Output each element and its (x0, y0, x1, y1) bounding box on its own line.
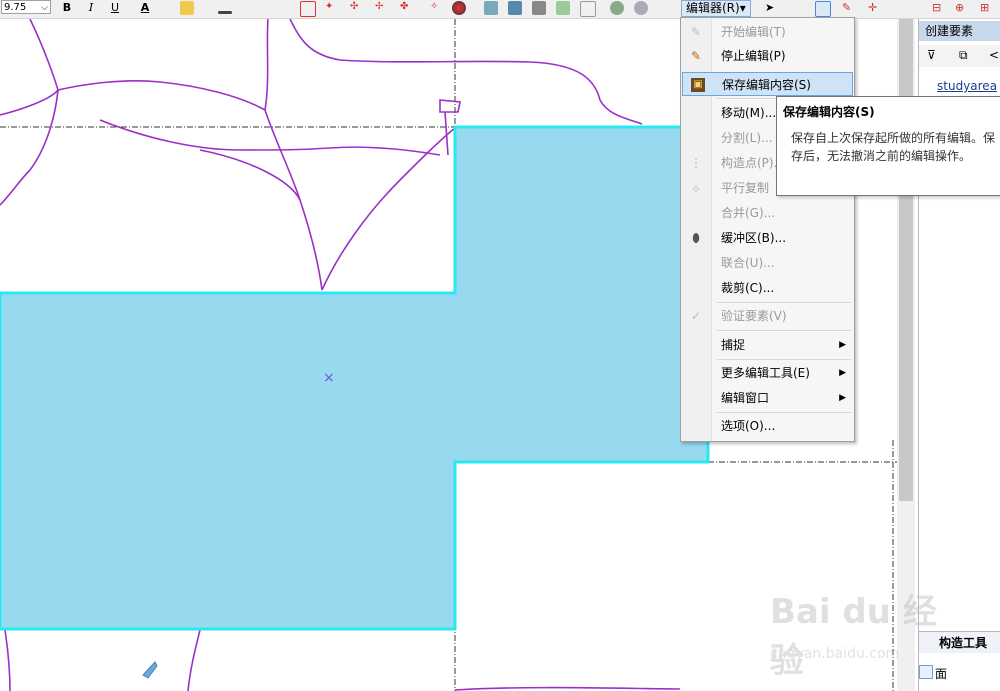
submenu-arrow-icon: ▶ (839, 368, 846, 378)
submenu-arrow-icon: ▶ (839, 393, 846, 403)
underline-button[interactable]: U (108, 1, 122, 15)
parallel-copy-icon: ⟡ (692, 181, 700, 195)
align-icon[interactable] (532, 1, 546, 15)
menu-item-buffer[interactable]: ⬮ 缓冲区(B)... (681, 226, 854, 250)
menu-separator (717, 302, 851, 303)
table-icon[interactable] (580, 1, 596, 17)
menu-separator (717, 412, 851, 413)
bold-button[interactable]: B (60, 1, 74, 15)
sketch-icon[interactable]: ✧ (430, 1, 444, 15)
menu-item-save-edits[interactable]: ▣ 保存编辑内容(S) (682, 72, 853, 96)
midpoint-icon[interactable]: ⊕ (955, 1, 969, 15)
menu-item-editing-windows[interactable]: 编辑窗口 ▶ (681, 386, 854, 410)
filter-icon[interactable]: ⊽ (927, 48, 936, 62)
pencil-stop-icon: ✎ (690, 49, 702, 63)
polygon-centroid-marker: × (323, 370, 335, 386)
menu-item-snapping[interactable]: 捕捉 ▶ (681, 333, 854, 357)
organize-templates-icon[interactable]: ⧉ (959, 48, 968, 63)
buffer-icon: ⬮ (692, 231, 700, 245)
fill-color-icon[interactable] (180, 1, 194, 15)
watermark-logo: Bai du 经验 (770, 592, 937, 681)
menu-item-stop-editing[interactable]: ✎ 停止编辑(P) (681, 44, 854, 68)
editing-toolbar-icon[interactable]: ⊟ (932, 1, 946, 15)
menu-separator (717, 359, 851, 360)
edit-tool-icon[interactable]: ➤ (765, 1, 779, 15)
editor-menu-button[interactable]: 编辑器(R)▾ (681, 0, 751, 17)
chevron-down-icon: ⌵ (41, 3, 48, 13)
line-color-icon[interactable] (218, 11, 232, 14)
panel-title: 创建要素 (919, 21, 1000, 41)
point-tool-icon[interactable]: ✛ (868, 1, 882, 15)
baidu-jingyan-watermark: Bai du 经验 jingyan.baidu.com (760, 584, 960, 681)
ungroup-icon[interactable] (634, 1, 648, 15)
pencil-start-icon: ✎ (690, 25, 702, 39)
trace-icon[interactable] (556, 1, 570, 15)
save-edits-tooltip: 保存编辑内容(S) 保存自上次保存起所做的所有编辑。保存后，无法撤消之前的编辑操… (776, 96, 1000, 196)
tooltip-body: 保存自上次保存起所做的所有编辑。保存后，无法撤消之前的编辑操作。 (791, 131, 996, 163)
menu-item-more-editing-tools[interactable]: 更多编辑工具(E) ▶ (681, 361, 854, 385)
menu-item-validate-features[interactable]: ✓ 验证要素(V) (681, 304, 854, 328)
attributes-icon[interactable] (484, 1, 498, 15)
layer-template-studyarea[interactable]: studyarea (937, 79, 997, 93)
construct-points-icon: ⋮ (690, 156, 702, 170)
menu-item-union[interactable]: 联合(U)... (681, 251, 854, 275)
menu-item-merge[interactable]: 合并(G)... (681, 201, 854, 225)
topology-icon[interactable] (452, 1, 466, 15)
validate-icon: ✓ (690, 309, 702, 323)
scrollbar-thumb[interactable] (899, 19, 913, 501)
studyarea-polygon (0, 125, 710, 631)
editor-dropdown-menu: ✎ 开始编辑(T) ✎ 停止编辑(P) ▣ 保存编辑内容(S) 移动(M)...… (680, 17, 855, 442)
search-arrow-icon[interactable]: < (989, 48, 999, 62)
save-edits-icon: ▣ (691, 78, 705, 92)
menu-item-clip[interactable]: 裁剪(C)... (681, 276, 854, 300)
menu-separator (717, 330, 851, 331)
pushpin-icon (142, 661, 158, 679)
submenu-arrow-icon: ▶ (839, 340, 846, 350)
font-size-value: 9.75 (4, 2, 27, 13)
rotate-icon[interactable]: ✤ (400, 1, 414, 15)
tooltip-title: 保存编辑内容(S) (783, 105, 875, 119)
italic-button[interactable]: I (84, 1, 98, 15)
reshape-icon[interactable]: ✦ (325, 1, 339, 15)
end-point-arc-icon[interactable]: ✎ (842, 1, 856, 15)
sketch-properties-icon[interactable] (508, 1, 522, 15)
trace-tool-icon[interactable]: ⊞ (980, 1, 994, 15)
panel-toolbar: ⊽ ⧉ < (919, 45, 1000, 67)
menu-item-start-editing[interactable]: ✎ 开始编辑(T) (681, 20, 854, 44)
edit-vertices-icon[interactable] (300, 1, 316, 17)
font-color-button[interactable]: A (138, 1, 152, 15)
cut-polygon-icon[interactable]: ✣ (350, 1, 364, 15)
group-icon[interactable] (610, 1, 624, 15)
font-size-dropdown[interactable]: 9.75 ⌵ (1, 0, 51, 14)
split-icon[interactable]: ✢ (375, 1, 389, 15)
straight-segment-icon[interactable] (815, 1, 831, 17)
watermark-url: jingyan.baidu.com (770, 646, 900, 662)
menu-item-options[interactable]: 选项(O)... (681, 414, 854, 438)
